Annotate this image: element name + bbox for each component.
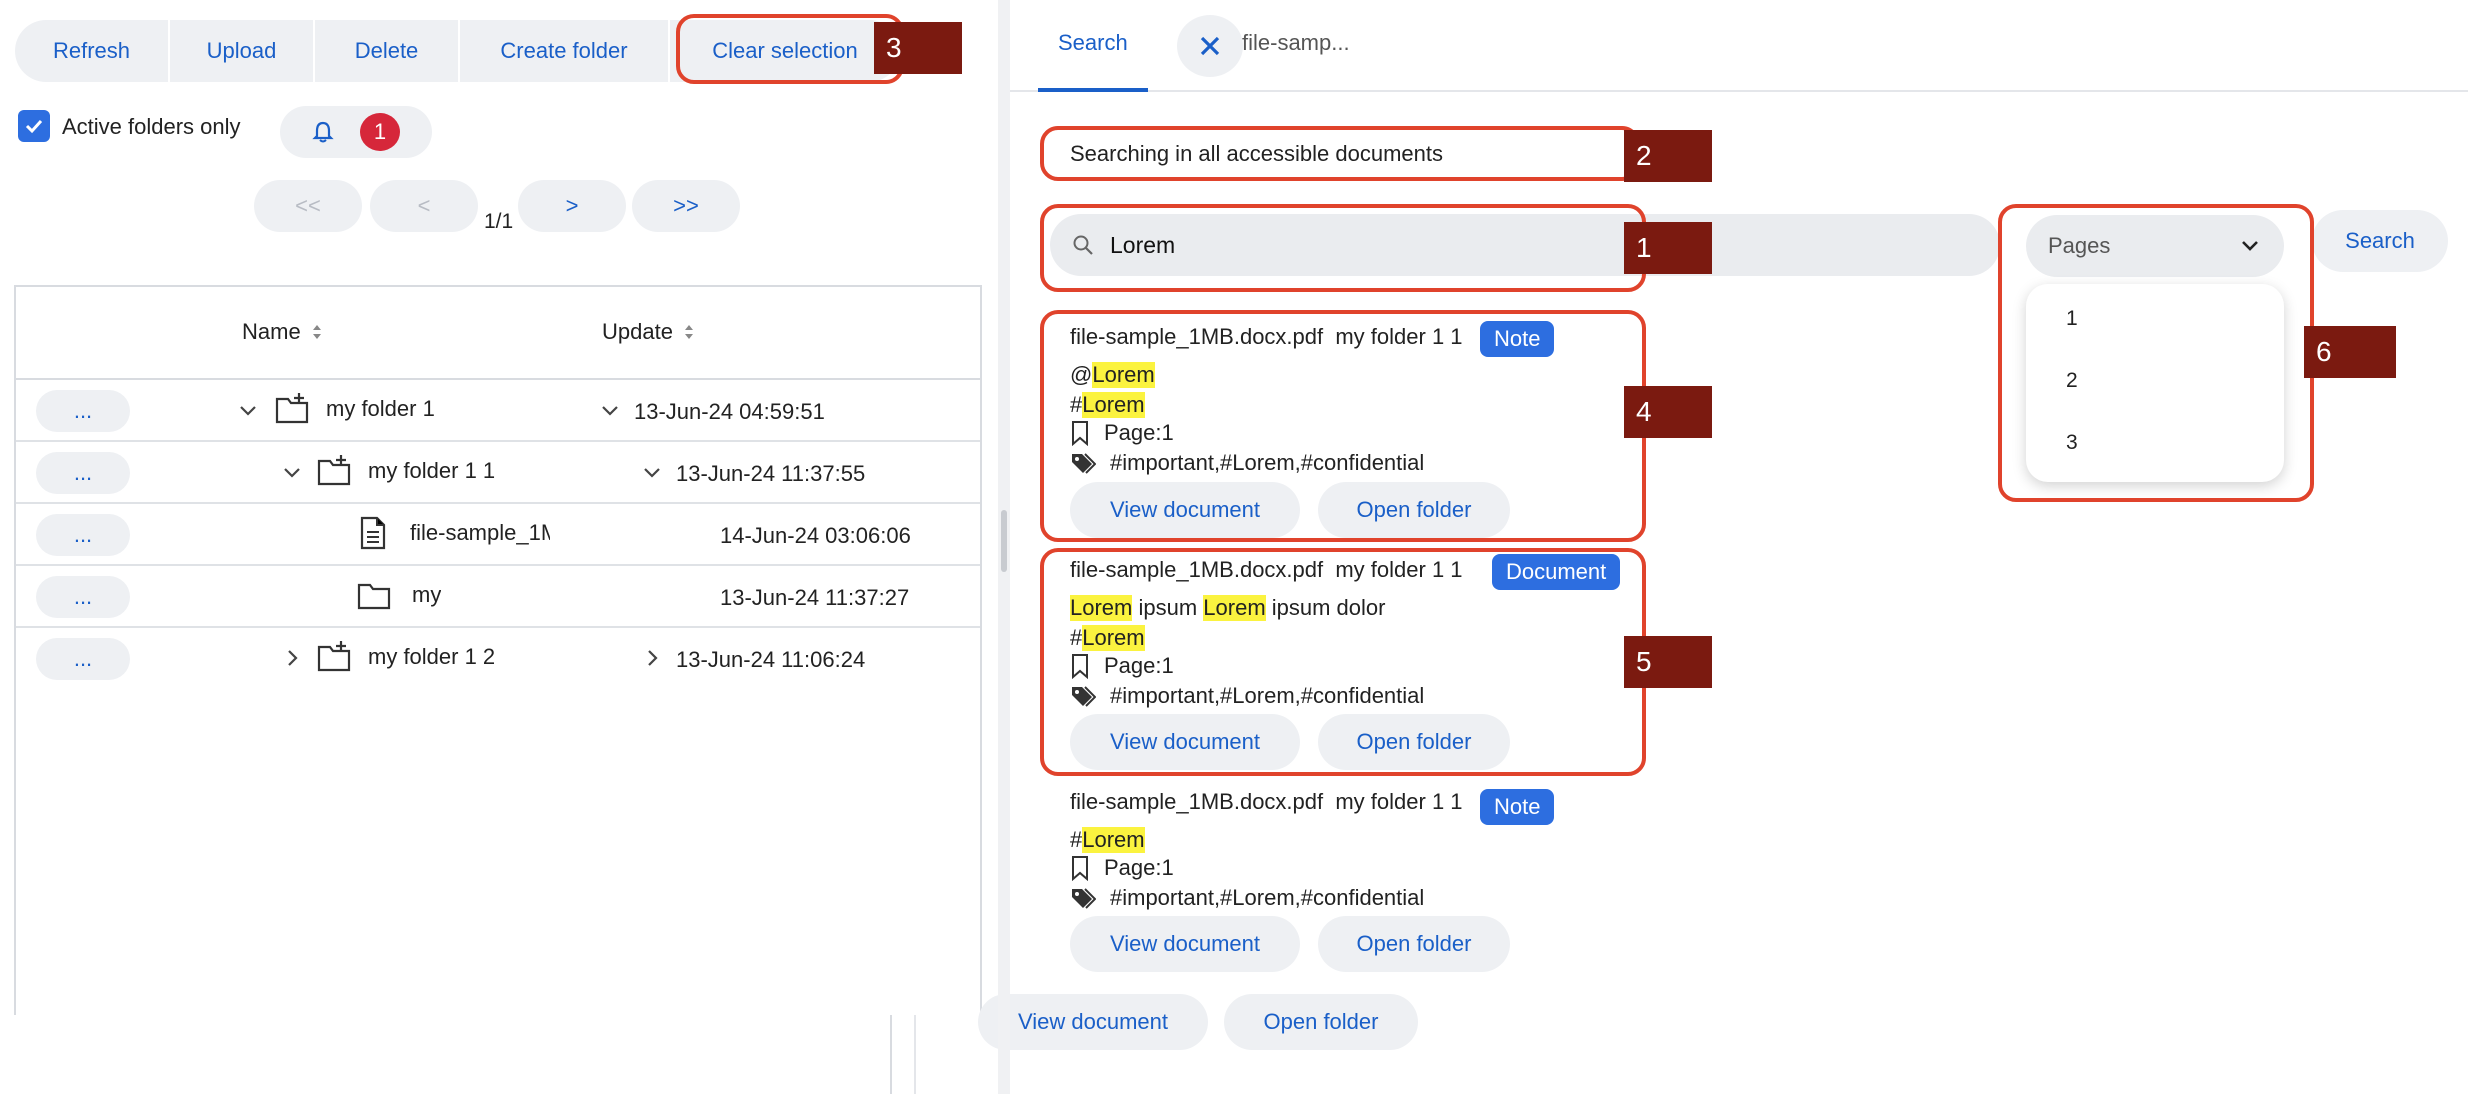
panel-divider-line (890, 1015, 892, 1094)
table-row[interactable]: ... file-sample_1MB.docx.pdf 14-Jun-24 0… (16, 504, 980, 566)
row-name[interactable]: file-sample_1MB.docx.pdf (410, 520, 550, 546)
result-page: Page:1 (1070, 855, 1174, 881)
row-name[interactable]: my (412, 582, 441, 608)
annotation-box-4 (1040, 310, 1646, 542)
refresh-button[interactable]: Refresh (15, 20, 170, 82)
row-actions-button[interactable]: ... (36, 390, 130, 432)
document-icon (360, 516, 386, 550)
chevron-down-icon[interactable] (598, 398, 622, 422)
tab-file[interactable]: file-samp... (1242, 30, 1350, 56)
row-date: 13-Jun-24 11:37:55 (676, 461, 866, 486)
close-icon (1200, 36, 1220, 56)
row-date: 13-Jun-24 04:59:51 (634, 399, 825, 424)
table-row[interactable]: ... my folder 1 1 13-Jun-24 11:37:55 (16, 442, 980, 504)
column-update-header[interactable]: Update (602, 319, 695, 345)
panel-divider-line (914, 1015, 916, 1094)
chevron-down-icon[interactable] (640, 460, 664, 484)
search-button[interactable]: Search (2312, 210, 2448, 272)
annotation-box-3 (676, 14, 904, 84)
folder-add-icon (275, 393, 309, 424)
bell-icon (312, 121, 334, 143)
snippet-prefix: # (1070, 827, 1083, 852)
row-actions-button[interactable]: ... (36, 576, 130, 618)
bookmark-icon (1072, 856, 1088, 881)
row-date: 13-Jun-24 11:37:27 (720, 585, 910, 610)
create-folder-button[interactable]: Create folder (460, 20, 670, 82)
annotation-box-6 (1998, 204, 2314, 502)
row-name[interactable]: my folder 1 (326, 396, 435, 422)
result-folder: my folder 1 1 (1335, 789, 1463, 814)
sort-icon (312, 325, 321, 339)
annotation-marker-6: 6 (2304, 326, 2396, 378)
annotation-marker-5: 5 (1624, 636, 1712, 688)
bottom-view-document-button[interactable]: View document (978, 994, 1208, 1050)
highlight: Lorem (1082, 827, 1145, 853)
column-name-header[interactable]: Name (242, 319, 323, 345)
tab-search[interactable]: Search (1058, 30, 1128, 56)
annotation-marker-2: 2 (1624, 130, 1712, 182)
annotation-box-2 (1040, 126, 1640, 181)
chevron-down-icon[interactable] (236, 398, 260, 422)
result-header: file-sample_1MB.docx.pdf my folder 1 1 (1070, 789, 1463, 815)
folder-icon (357, 583, 391, 610)
column-update-label: Update (602, 319, 673, 344)
annotation-box-1 (1040, 204, 1646, 292)
sort-icon (684, 325, 693, 339)
tags-text: #important,#Lorem,#confidential (1110, 885, 1425, 910)
result-file[interactable]: file-sample_1MB.docx.pdf (1070, 789, 1323, 814)
row-name[interactable]: my folder 1 1 (368, 458, 495, 484)
result-type-tag: Note (1480, 789, 1555, 825)
row-date: 13-Jun-24 11:06:24 (676, 647, 866, 672)
result-snippet: # Lorem (1070, 827, 1145, 853)
file-table: Name Update ... my folder 1 13-Jun-24 04… (14, 285, 982, 1015)
bottom-open-folder-button[interactable]: Open folder (1224, 994, 1418, 1050)
upload-button[interactable]: Upload (170, 20, 315, 82)
annotation-box-5 (1040, 548, 1646, 776)
folder-add-icon (317, 455, 351, 486)
prev-page-button[interactable]: < (370, 180, 478, 232)
result-tags: #important,#Lorem,#confidential (1070, 885, 1424, 911)
row-name[interactable]: my folder 1 2 (368, 644, 495, 670)
column-name-label: Name (242, 319, 301, 344)
view-document-button[interactable]: View document (1070, 916, 1300, 972)
delete-button[interactable]: Delete (315, 20, 460, 82)
table-row[interactable]: ... my folder 1 2 13-Jun-24 11:06:24 (16, 628, 980, 690)
annotation-marker-4: 4 (1624, 386, 1712, 438)
notifications-button[interactable]: 1 (280, 106, 432, 158)
open-folder-button[interactable]: Open folder (1318, 916, 1510, 972)
chevron-down-icon[interactable] (280, 460, 304, 484)
folder-add-icon (317, 641, 351, 672)
splitter-handle[interactable] (1001, 510, 1007, 572)
page-label: Page:1 (1104, 855, 1174, 880)
tags-icon (1072, 888, 1096, 909)
row-date: 14-Jun-24 03:06:06 (720, 523, 911, 548)
table-row[interactable]: ... my folder 1 13-Jun-24 04:59:51 (16, 380, 980, 442)
chevron-right-icon[interactable] (640, 646, 664, 670)
notification-count-badge: 1 (360, 113, 400, 151)
first-page-button[interactable]: << (254, 180, 362, 232)
active-tab-indicator (1038, 88, 1148, 92)
page-indicator: 1/1 (484, 210, 514, 233)
last-page-button[interactable]: >> (632, 180, 740, 232)
table-row[interactable]: ... my 13-Jun-24 11:37:27 (16, 566, 980, 628)
chevron-right-icon[interactable] (280, 646, 304, 670)
table-header: Name Update (16, 287, 980, 380)
active-folders-label: Active folders only (62, 114, 241, 139)
row-actions-button[interactable]: ... (36, 514, 130, 556)
close-tab-button[interactable] (1177, 15, 1243, 77)
check-icon (25, 119, 43, 134)
annotation-marker-1: 1 (1624, 222, 1712, 274)
row-actions-button[interactable]: ... (36, 638, 130, 680)
active-folders-checkbox[interactable] (18, 110, 50, 142)
annotation-marker-3: 3 (874, 22, 962, 74)
next-page-button[interactable]: > (518, 180, 626, 232)
row-actions-button[interactable]: ... (36, 452, 130, 494)
